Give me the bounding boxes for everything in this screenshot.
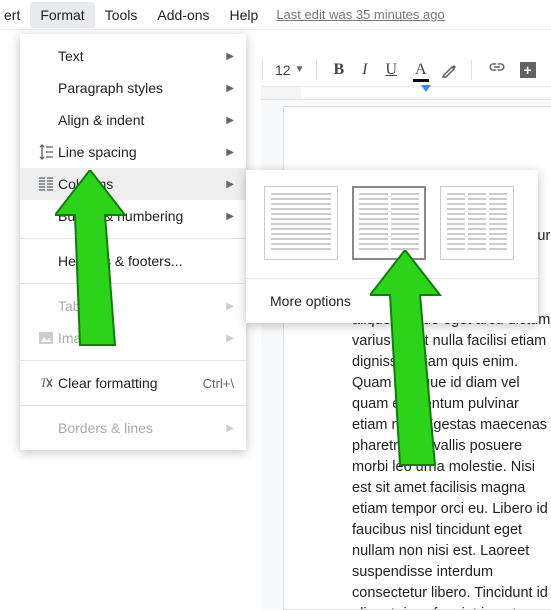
menu-item-label: Align & indent <box>58 112 226 128</box>
menu-item-text[interactable]: Text ▶ <box>20 40 246 72</box>
menu-item-table: Table ▶ <box>20 290 246 322</box>
bold-button[interactable]: B <box>329 59 348 81</box>
submenu-arrow-icon: ▶ <box>226 83 234 94</box>
column-option-three[interactable] <box>440 186 514 260</box>
menu-separator <box>20 283 246 284</box>
menu-item-label: Paragraph styles <box>58 80 226 96</box>
menubar-tools[interactable]: Tools <box>95 2 148 28</box>
submenu-arrow-icon: ▶ <box>226 423 234 434</box>
menu-separator <box>20 405 246 406</box>
columns-submenu: More options <box>246 170 538 323</box>
menu-item-label: Borders & lines <box>58 420 226 436</box>
column-option-one[interactable] <box>264 186 338 260</box>
text-color-button[interactable]: A <box>411 59 431 81</box>
menu-item-borders-lines: Borders & lines ▶ <box>20 412 246 444</box>
last-edit-link[interactable]: Last edit was 35 minutes ago <box>276 7 444 22</box>
keyboard-shortcut: Ctrl+\ <box>203 376 234 391</box>
submenu-arrow-icon: ▶ <box>226 51 234 62</box>
submenu-arrow-icon: ▶ <box>226 179 234 190</box>
indent-marker-icon[interactable] <box>421 85 431 92</box>
menu-item-bullets-numbering[interactable]: Bullets & numbering ▶ <box>20 200 246 232</box>
menu-item-label: Line spacing <box>58 144 226 160</box>
image-icon <box>34 330 58 346</box>
insert-link-button[interactable] <box>484 56 510 83</box>
menu-separator <box>20 238 246 239</box>
submenu-arrow-icon: ▶ <box>226 333 234 344</box>
clear-formatting-icon: T <box>34 375 58 391</box>
column-option-two[interactable] <box>352 186 426 260</box>
font-size-selector[interactable]: 12 ▼ <box>275 62 304 78</box>
menubar-format[interactable]: Format <box>30 2 94 28</box>
menu-item-label: Headers & footers... <box>58 253 234 269</box>
submenu-arrow-icon: ▶ <box>226 147 234 158</box>
menu-item-label: Table <box>58 298 226 314</box>
menu-item-columns[interactable]: Columns ▶ <box>20 168 246 200</box>
toolbar-separator <box>471 60 472 80</box>
columns-icon <box>34 176 58 192</box>
menu-item-label: Clear formatting <box>58 375 203 391</box>
menu-item-clear-formatting[interactable]: T Clear formatting Ctrl+\ <box>20 367 246 399</box>
menu-item-image: Image ▶ <box>20 322 246 354</box>
menubar-insert-partial[interactable]: ert <box>2 2 30 28</box>
format-menu-dropdown: Text ▶ Paragraph styles ▶ Align & indent… <box>20 34 246 450</box>
more-options-item[interactable]: More options <box>264 279 520 323</box>
svg-text:T: T <box>40 375 48 390</box>
italic-button[interactable]: I <box>358 59 371 81</box>
menu-item-headers-footers[interactable]: Headers & footers... <box>20 245 246 277</box>
toolbar-separator <box>316 60 317 80</box>
horizontal-ruler[interactable] <box>261 86 551 100</box>
link-icon <box>488 58 506 76</box>
menu-item-paragraph-styles[interactable]: Paragraph styles ▶ <box>20 72 246 104</box>
highlight-button[interactable] <box>441 61 459 79</box>
underline-button[interactable]: U <box>381 59 401 81</box>
submenu-arrow-icon: ▶ <box>226 211 234 222</box>
submenu-arrow-icon: ▶ <box>226 301 234 312</box>
highlighter-icon <box>441 61 459 79</box>
menu-item-label: Columns <box>58 176 226 192</box>
toolbar-separator <box>262 60 263 80</box>
submenu-arrow-icon: ▶ <box>226 115 234 126</box>
menu-separator <box>20 360 246 361</box>
menu-item-label: Image <box>58 330 226 346</box>
menu-item-line-spacing[interactable]: Line spacing ▶ <box>20 136 246 168</box>
menubar-addons[interactable]: Add-ons <box>147 2 219 28</box>
chevron-down-icon: ▼ <box>295 64 305 75</box>
font-size-value: 12 <box>275 62 291 78</box>
menu-item-label: Bullets & numbering <box>58 208 226 224</box>
add-comment-button[interactable]: + <box>520 62 536 78</box>
menu-item-align-indent[interactable]: Align & indent ▶ <box>20 104 246 136</box>
line-spacing-icon <box>34 144 58 160</box>
menubar-help[interactable]: Help <box>220 2 269 28</box>
menu-item-label: Text <box>58 48 226 64</box>
